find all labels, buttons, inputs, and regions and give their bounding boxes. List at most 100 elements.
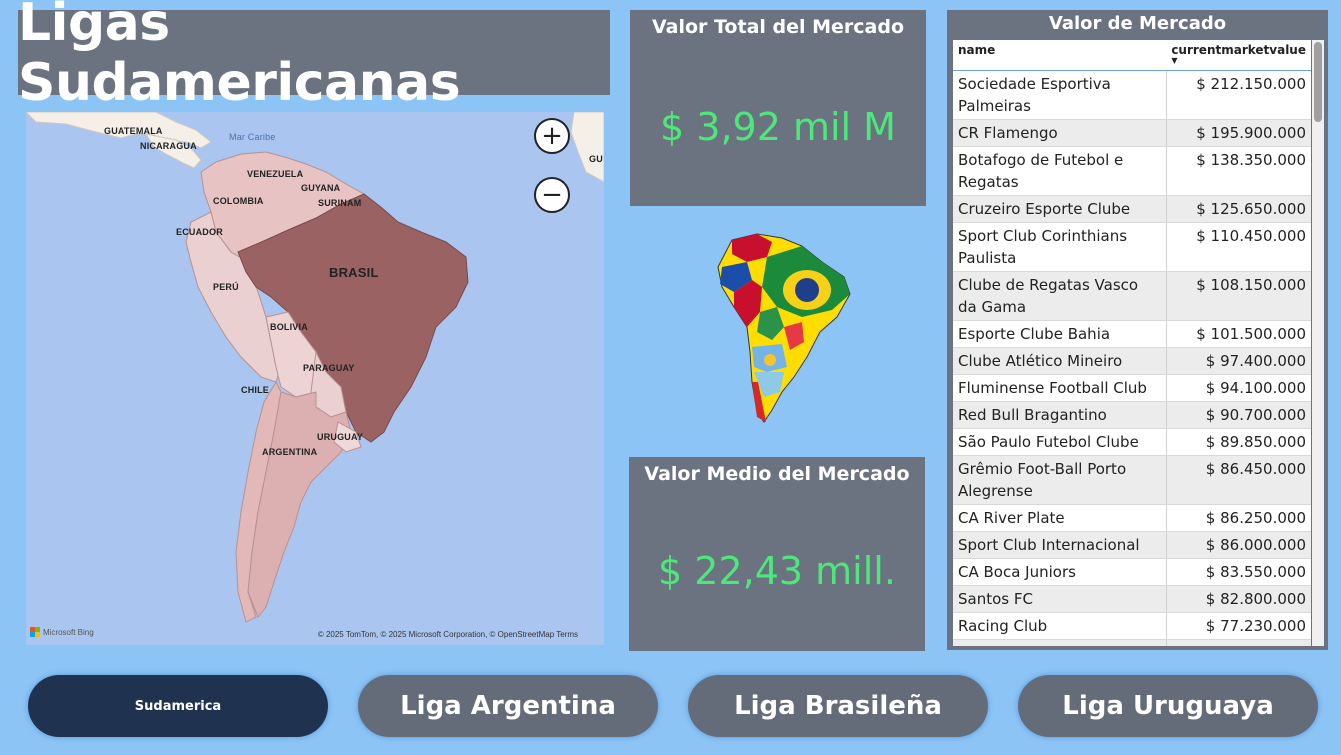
- minus-icon: −: [541, 180, 563, 210]
- cell-club-name: São Paulo Futebol Clube: [953, 428, 1167, 456]
- cell-market-value: $ 94.100.000: [1166, 374, 1311, 402]
- title-box: Ligas Sudamericanas: [18, 0, 610, 113]
- market-value-table-panel: Valor de Mercado name currentmarketvalue…: [947, 10, 1328, 650]
- map-label-ecuador: ECUADOR: [176, 227, 223, 237]
- bing-label: Microsoft Bing: [43, 627, 94, 637]
- table-title: Valor de Mercado: [1048, 13, 1227, 34]
- cell-club-name: CA River Plate: [953, 504, 1167, 532]
- button-liga-brasilena[interactable]: Liga Brasileña: [688, 675, 988, 737]
- page-title: Ligas Sudamericanas: [18, 0, 461, 113]
- map-label-edge: GU: [589, 154, 603, 164]
- cell-club-name: CA Independiente: [953, 639, 1167, 646]
- table-row[interactable]: Racing Club $ 77.230.000: [953, 612, 1311, 640]
- table-row[interactable]: Clube Atlético Mineiro $ 97.400.000: [953, 347, 1311, 375]
- cell-market-value: $ 110.450.000: [1166, 222, 1311, 272]
- table-row[interactable]: Sociedade Esportiva Palmeiras $ 212.150.0…: [953, 70, 1311, 120]
- sort-desc-icon: ▼: [1171, 56, 1178, 65]
- map-visual[interactable]: GUATEMALA NICARAGUA Mar Caribe VENEZUELA…: [26, 112, 604, 645]
- cell-market-value: $ 86.450.000: [1166, 455, 1311, 505]
- map-attribution[interactable]: © 2025 TomTom, © 2025 Microsoft Corporat…: [318, 630, 578, 639]
- kpi-total-title: Valor Total del Mercado: [651, 16, 905, 38]
- cell-club-name: Red Bull Bragantino: [953, 401, 1167, 429]
- map-label-uruguay: URUGUAY: [317, 432, 364, 442]
- table-row[interactable]: Clube de Regatas Vasco da Gama $ 108.150.…: [953, 271, 1311, 321]
- kpi-mean-title: Valor Medio del Mercado: [644, 463, 910, 485]
- map-label-brasil: BRASIL: [329, 265, 379, 280]
- microsoft-logo-icon: [30, 627, 40, 637]
- kpi-total-value: $ 3,92 mil M: [660, 105, 896, 149]
- table-scrollbar[interactable]: [1312, 40, 1324, 646]
- cell-market-value: $ 86.250.000: [1166, 504, 1311, 532]
- table-row[interactable]: Grêmio Foot-Ball Porto Alegrense $ 86.450…: [953, 455, 1311, 505]
- cell-club-name: Sport Club Internacional: [953, 531, 1167, 559]
- map-label-argentina: ARGENTINA: [262, 447, 318, 457]
- table-row[interactable]: Botafogo de Futebol e Regatas $ 138.350.0…: [953, 146, 1311, 196]
- cell-club-name: Clube Atlético Mineiro: [953, 347, 1167, 375]
- map-label-chile: CHILE: [241, 385, 269, 395]
- bing-logo: Microsoft Bing: [30, 627, 94, 637]
- kpi-total-card: Valor Total del Mercado $ 3,92 mil M: [630, 10, 926, 206]
- cell-market-value: $ 101.500.000: [1166, 320, 1311, 348]
- cell-club-name: CA Boca Juniors: [953, 558, 1167, 586]
- cell-market-value: $ 86.000.000: [1166, 531, 1311, 559]
- cell-market-value: $ 83.550.000: [1166, 558, 1311, 586]
- cell-club-name: Fluminense Football Club: [953, 374, 1167, 402]
- south-america-flags-image: [717, 233, 851, 423]
- cell-market-value: $ 90.700.000: [1166, 401, 1311, 429]
- column-header-value-label: currentmarketvalue: [1171, 43, 1306, 57]
- cell-market-value: $ 82.800.000: [1166, 585, 1311, 613]
- cell-market-value: $ 77.230.000: [1166, 612, 1311, 640]
- map-label-guatemala: GUATEMALA: [104, 126, 163, 136]
- map-label-colombia: COLOMBIA: [213, 196, 264, 206]
- cell-market-value: $ 56.950.000: [1166, 639, 1311, 646]
- table-row[interactable]: Sport Club Corinthians Paulista $ 110.450…: [953, 222, 1311, 272]
- map-label-guyana: GUYANA: [301, 183, 341, 193]
- table-scroll-area[interactable]: name currentmarketvalue ▼ Sociedade Espo…: [953, 40, 1311, 646]
- table-row[interactable]: Esporte Clube Bahia $ 101.500.000: [953, 320, 1311, 348]
- cell-club-name: Botafogo de Futebol e Regatas: [953, 146, 1167, 196]
- map-label-surinam: SURINAM: [318, 198, 362, 208]
- cell-market-value: $ 125.650.000: [1166, 195, 1311, 223]
- plus-icon: +: [541, 121, 563, 151]
- table-row[interactable]: CA River Plate $ 86.250.000: [953, 504, 1311, 532]
- map-label-paraguay: PARAGUAY: [303, 363, 355, 373]
- cell-market-value: $ 195.900.000: [1166, 119, 1311, 147]
- kpi-mean-card: Valor Medio del Mercado $ 22,43 mill.: [629, 457, 925, 651]
- cell-club-name: Santos FC: [953, 585, 1167, 613]
- button-liga-argentina[interactable]: Liga Argentina: [358, 675, 658, 737]
- zoom-out-button[interactable]: −: [534, 177, 570, 213]
- zoom-in-button[interactable]: +: [534, 118, 570, 154]
- cell-club-name: Grêmio Foot-Ball Porto Alegrense: [953, 455, 1167, 505]
- button-liga-uruguaya[interactable]: Liga Uruguaya: [1018, 675, 1318, 737]
- cell-market-value: $ 138.350.000: [1166, 146, 1311, 196]
- table-row[interactable]: CA Boca Juniors $ 83.550.000: [953, 558, 1311, 586]
- table-row[interactable]: Red Bull Bragantino $ 90.700.000: [953, 401, 1311, 429]
- table-row[interactable]: São Paulo Futebol Clube $ 89.850.000: [953, 428, 1311, 456]
- cell-club-name: Sociedade Esportiva Palmeiras: [953, 70, 1167, 120]
- cell-market-value: $ 212.150.000: [1166, 70, 1311, 120]
- map-label-bolivia: BOLIVIA: [270, 322, 308, 332]
- kpi-mean-value: $ 22,43 mill.: [658, 549, 896, 593]
- column-header-name[interactable]: name: [953, 40, 1167, 71]
- table-row[interactable]: CR Flamengo $ 195.900.000: [953, 119, 1311, 147]
- cell-club-name: Cruzeiro Esporte Clube: [953, 195, 1167, 223]
- column-header-value[interactable]: currentmarketvalue ▼: [1166, 40, 1311, 71]
- scrollbar-thumb[interactable]: [1314, 42, 1322, 122]
- map-label-sea: Mar Caribe: [229, 132, 276, 142]
- button-sudamerica[interactable]: Sudamerica: [28, 675, 328, 737]
- map-label-venezuela: VENEZUELA: [247, 169, 304, 179]
- cell-market-value: $ 89.850.000: [1166, 428, 1311, 456]
- cell-club-name: CR Flamengo: [953, 119, 1167, 147]
- table-row[interactable]: Santos FC $ 82.800.000: [953, 585, 1311, 613]
- cell-club-name: Clube de Regatas Vasco da Gama: [953, 271, 1167, 321]
- table-row[interactable]: Sport Club Internacional $ 86.000.000: [953, 531, 1311, 559]
- cell-club-name: Sport Club Corinthians Paulista: [953, 222, 1167, 272]
- table-row[interactable]: Fluminense Football Club $ 94.100.000: [953, 374, 1311, 402]
- cell-club-name: Esporte Clube Bahia: [953, 320, 1167, 348]
- cell-market-value: $ 108.150.000: [1166, 271, 1311, 321]
- table-row[interactable]: Cruzeiro Esporte Clube $ 125.650.000: [953, 195, 1311, 223]
- table-row[interactable]: CA Independiente$ 56.950.000: [953, 639, 1311, 646]
- cell-market-value: $ 97.400.000: [1166, 347, 1311, 375]
- map-label-nicaragua: NICARAGUA: [140, 141, 197, 151]
- map-label-peru: PERÚ: [213, 282, 239, 292]
